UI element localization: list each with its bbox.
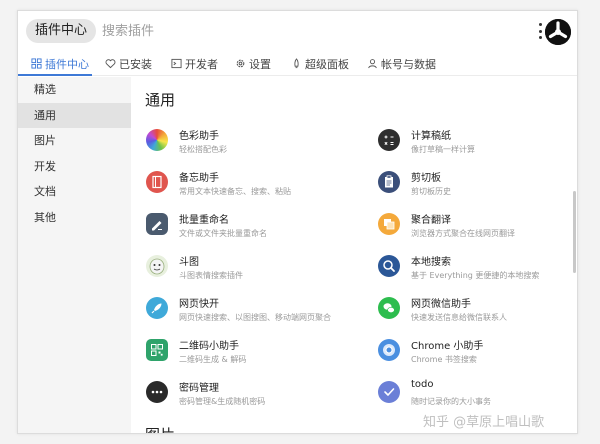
chrome-icon — [378, 339, 400, 361]
plugin-item-color-helper[interactable]: 色彩助手 轻松搭配色彩 — [146, 124, 356, 164]
tab-label: 已安装 — [119, 57, 152, 71]
search-input[interactable] — [102, 19, 302, 43]
plugin-center-tag[interactable]: 插件中心 — [26, 19, 97, 43]
user-icon — [368, 59, 377, 69]
top-bar: 插件中心 — [18, 11, 577, 49]
sidebar-item-documents[interactable]: 文档 — [18, 179, 131, 205]
tab-label: 插件中心 — [45, 57, 89, 71]
tab-super-panel[interactable]: 超级面板 — [291, 51, 349, 76]
clipboard-icon — [378, 171, 400, 193]
color-wheel-icon — [146, 129, 168, 151]
plugin-item-local-search[interactable]: 本地搜索 基于 Everything 更便捷的本地搜索 — [378, 250, 577, 290]
todo-check-icon — [378, 381, 400, 403]
plugin-item-todo[interactable]: todo 随时记录你的大小事务 — [378, 376, 577, 416]
tab-label: 开发者 — [185, 57, 218, 71]
tab-developer[interactable]: 开发者 — [171, 51, 218, 76]
qrcode-icon — [146, 339, 168, 361]
scrollbar-thumb[interactable] — [573, 191, 576, 273]
category-sidebar: 精选 通用 图片 开发 文档 其他 — [18, 77, 131, 433]
tab-label: 超级面板 — [305, 57, 349, 71]
watermark-text: 知乎 @草原上唱山歌 — [423, 415, 545, 430]
translate-icon — [378, 213, 400, 235]
notebook-icon — [146, 171, 168, 193]
plugin-item-chrome-helper[interactable]: Chrome 小助手 Chrome 书签搜索 — [378, 334, 577, 374]
app-logo[interactable] — [545, 19, 571, 45]
active-tab-indicator — [18, 74, 92, 76]
plugin-item-meme[interactable]: 斗图 斗图表情搜索插件 — [146, 250, 356, 290]
tab-label: 帐号与数据 — [381, 57, 436, 71]
password-icon — [146, 381, 168, 403]
rename-icon — [146, 213, 168, 235]
tab-settings[interactable]: 设置 — [235, 51, 271, 76]
plugin-item-web-quick-open[interactable]: 网页快开 网页快速搜索、以图搜图、移动端网页聚合 — [146, 292, 356, 332]
plugin-item-aggregate-translate[interactable]: 聚合翻译 浏览器方式聚合在线网页翻译 — [378, 208, 577, 248]
sidebar-item-general[interactable]: 通用 — [18, 102, 131, 128]
tab-label: 设置 — [249, 57, 271, 71]
more-options-icon[interactable] — [537, 23, 543, 39]
sidebar-item-other[interactable]: 其他 — [18, 205, 131, 231]
plugin-item-qrcode[interactable]: 二维码小助手 二维码生成 & 解码 — [146, 334, 356, 374]
section-title: 通用 — [145, 91, 176, 109]
calculator-icon — [378, 129, 400, 151]
plugin-item-calc-paper[interactable]: 计算稿纸 像打草稿一样计算 — [378, 124, 577, 164]
app-window: 插件中心 插件中心 已安装 开发者 设置 超 — [17, 10, 578, 434]
tab-plugin-center[interactable]: 插件中心 — [31, 51, 89, 76]
wechat-icon — [378, 297, 400, 319]
tab-account-data[interactable]: 帐号与数据 — [367, 51, 436, 76]
next-section-title: 图片 — [145, 424, 175, 433]
local-search-icon — [378, 255, 400, 277]
tab-bar: 插件中心 已安装 开发者 设置 超级面板 帐号与数据 — [18, 51, 577, 76]
rocket-icon — [146, 297, 168, 319]
grid-icon — [31, 58, 42, 69]
meme-icon — [146, 255, 168, 277]
plugin-item-memo-helper[interactable]: 备忘助手 常用文本快速备忘、搜索、粘贴 — [146, 166, 356, 206]
plugin-list: 通用 色彩助手 轻松搭配色彩 计算稿纸 像打草稿一样计算 备忘助手 常用文本快速… — [131, 77, 577, 433]
sidebar-item-featured[interactable]: 精选 — [18, 77, 131, 103]
heart-icon — [105, 59, 116, 69]
tab-installed[interactable]: 已安装 — [105, 51, 152, 76]
plugin-item-clipboard[interactable]: 剪切板 剪切板历史 — [378, 166, 577, 206]
gear-icon — [236, 59, 245, 68]
rocket-icon — [294, 58, 299, 69]
terminal-icon — [171, 58, 182, 69]
plugin-item-batch-rename[interactable]: 批量重命名 文件或文件夹批量重命名 — [146, 208, 356, 248]
plugin-item-password-manager[interactable]: 密码管理 密码管理&生成随机密码 — [146, 376, 356, 416]
sidebar-item-images[interactable]: 图片 — [18, 128, 131, 154]
plugin-item-web-wechat[interactable]: 网页微信助手 快速发送信息给微信联系人 — [378, 292, 577, 332]
sidebar-item-development[interactable]: 开发 — [18, 154, 131, 180]
